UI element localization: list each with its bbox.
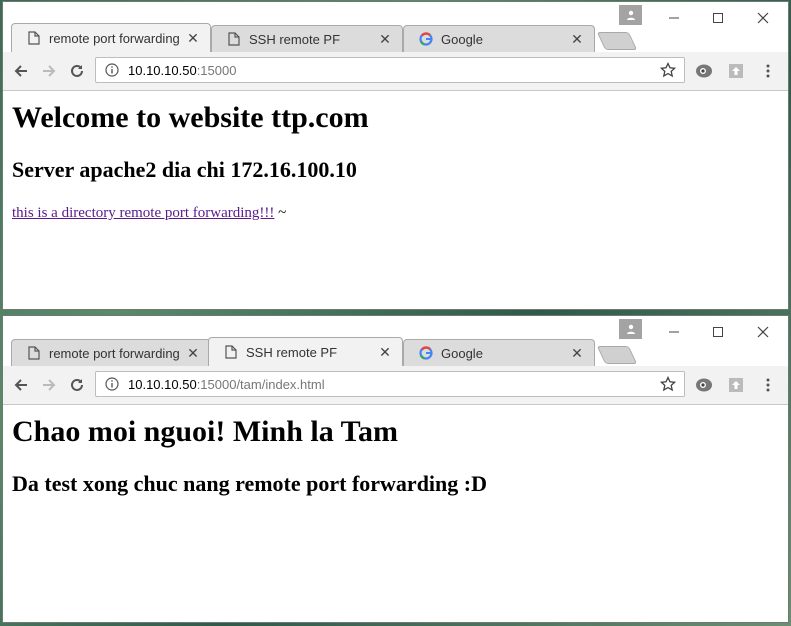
extension-upload-icon[interactable] [725, 60, 747, 82]
profile-icon[interactable] [619, 319, 642, 339]
page-subheading: Server apache2 dia chi 172.16.100.10 [12, 157, 357, 182]
browser-window-1: remote port forwarding ✕ SSH remote PF ✕… [3, 2, 788, 309]
title-bar[interactable]: remote port forwarding ✕ SSH remote PF ✕… [3, 316, 788, 366]
tab-label: Google [441, 31, 483, 47]
tab-remote-port-forwarding[interactable]: remote port forwarding ✕ [11, 23, 211, 52]
new-tab-button[interactable] [596, 32, 638, 50]
tab-ssh-remote-pf[interactable]: SSH remote PF ✕ [208, 337, 403, 366]
close-window-icon[interactable] [740, 6, 786, 30]
close-tab-icon[interactable]: ✕ [568, 344, 586, 362]
back-icon[interactable] [9, 373, 33, 397]
directory-link[interactable]: this is a directory remote port forwardi… [12, 205, 274, 221]
new-tab-button[interactable] [596, 346, 638, 364]
page-icon [224, 345, 238, 359]
tab-label: SSH remote PF [246, 344, 338, 360]
page-icon [227, 32, 241, 46]
forward-icon[interactable] [37, 373, 61, 397]
tab-label: Google [441, 345, 483, 361]
address-bar[interactable]: 10.10.10.50:15000 [95, 57, 685, 83]
minimize-icon[interactable] [651, 6, 697, 30]
url-text: 10.10.10.50:15000/tam/index.html [128, 377, 658, 392]
menu-icon[interactable] [757, 374, 779, 396]
extension-upload-icon[interactable] [725, 374, 747, 396]
page-icon [27, 346, 41, 360]
url-host: 10.10.10.50 [128, 62, 197, 78]
google-icon [419, 32, 433, 46]
page-subheading: Da test xong chuc nang remote port forwa… [12, 471, 487, 496]
maximize-icon[interactable] [695, 6, 741, 30]
back-icon[interactable] [9, 59, 33, 83]
close-tab-icon[interactable]: ✕ [568, 30, 586, 48]
tab-google[interactable]: Google ✕ [403, 25, 595, 52]
page-heading: Chao moi nguoi! Minh la Tam [12, 415, 398, 448]
maximize-icon[interactable] [695, 320, 741, 344]
url-path: :15000/tam/index.html [196, 376, 325, 392]
google-icon [419, 346, 433, 360]
browser-window-2: remote port forwarding ✕ SSH remote PF ✕… [3, 316, 788, 622]
tab-label: remote port forwarding [49, 345, 180, 361]
info-icon[interactable] [104, 376, 120, 392]
reload-icon[interactable] [65, 59, 89, 83]
bookmark-star-icon[interactable] [658, 60, 678, 80]
bookmark-star-icon[interactable] [658, 374, 678, 394]
link-line: this is a directory remote port forwardi… [12, 205, 286, 222]
tab-label: SSH remote PF [249, 31, 341, 47]
url-host: 10.10.10.50 [128, 376, 197, 392]
tab-label: remote port forwarding [49, 30, 180, 46]
tab-ssh-remote-pf[interactable]: SSH remote PF ✕ [211, 25, 403, 52]
close-tab-icon[interactable]: ✕ [376, 343, 394, 361]
reload-icon[interactable] [65, 373, 89, 397]
page-heading: Welcome to website ttp.com [12, 101, 369, 134]
menu-icon[interactable] [757, 60, 779, 82]
title-bar[interactable]: remote port forwarding ✕ SSH remote PF ✕… [3, 2, 788, 52]
extension-icon[interactable] [693, 374, 715, 396]
tab-google[interactable]: Google ✕ [403, 339, 595, 366]
page-icon [27, 31, 41, 45]
url-text: 10.10.10.50:15000 [128, 63, 658, 78]
close-tab-icon[interactable]: ✕ [376, 30, 394, 48]
minimize-icon[interactable] [651, 320, 697, 344]
address-bar[interactable]: 10.10.10.50:15000/tam/index.html [95, 371, 685, 397]
close-tab-icon[interactable]: ✕ [184, 29, 202, 47]
info-icon[interactable] [104, 62, 120, 78]
extension-icon[interactable] [693, 60, 715, 82]
link-suffix: ~ [274, 205, 287, 221]
forward-icon[interactable] [37, 59, 61, 83]
page-content: Chao moi nguoi! Minh la Tam Da test xong… [3, 405, 788, 622]
close-tab-icon[interactable]: ✕ [184, 344, 202, 362]
url-path: :15000 [196, 62, 237, 78]
toolbar: 10.10.10.50:15000/tam/index.html [3, 366, 788, 405]
close-window-icon[interactable] [740, 320, 786, 344]
profile-icon[interactable] [619, 5, 642, 25]
tab-remote-port-forwarding[interactable]: remote port forwarding ✕ [11, 339, 211, 366]
page-content: Welcome to website ttp.com Server apache… [3, 91, 788, 309]
toolbar: 10.10.10.50:15000 [3, 52, 788, 91]
